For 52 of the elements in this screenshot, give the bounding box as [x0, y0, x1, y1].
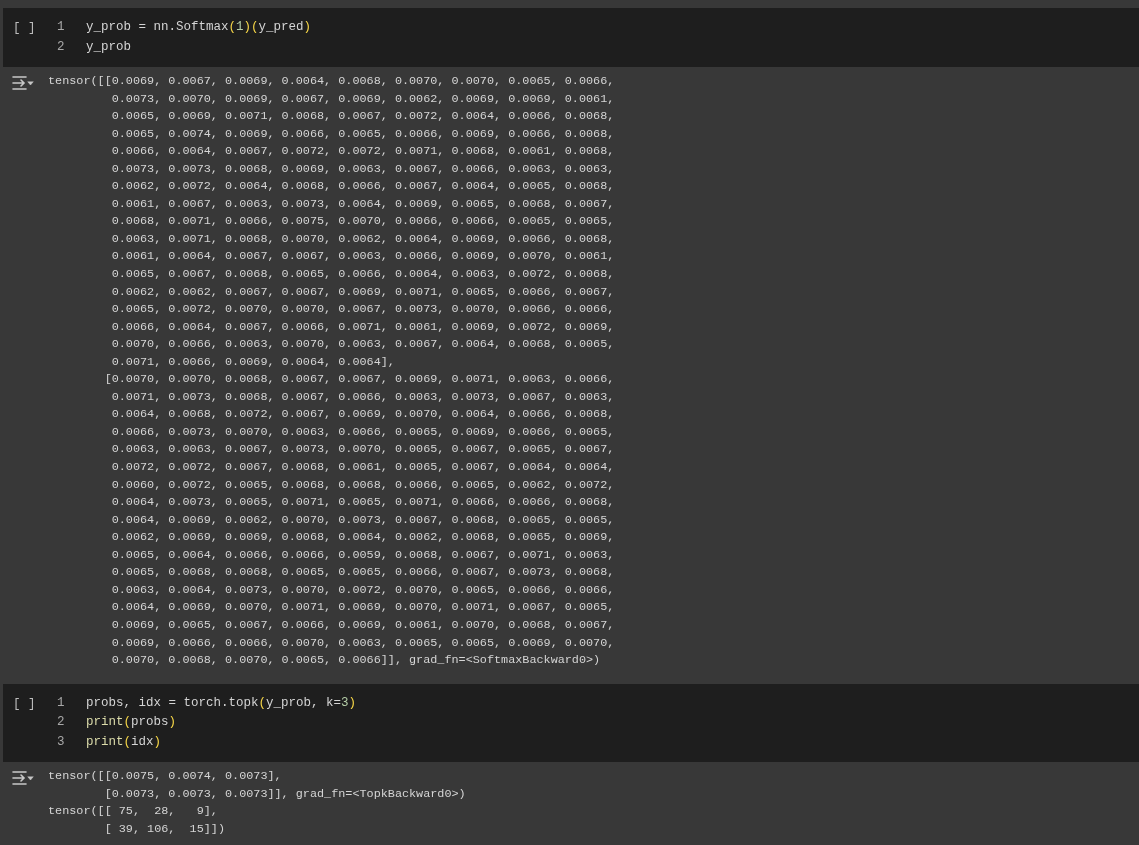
- output-line: 0.0065, 0.0069, 0.0071, 0.0068, 0.0067, 0.0072, 0.0064, 0.0066, 0.0068,: [110, 108, 615, 126]
- output-line: 0.0066, 0.0073, 0.0070, 0.0063, 0.0066, 0.0065, 0.0069, 0.0066, 0.0065,: [110, 423, 615, 441]
- output-line: tensor([[0.0069, 0.0067, 0.0069, 0.0064, 0.0068, 0.0070, 0.0070, 0.0065, 0.0066,: [48, 73, 615, 90]
- output-line: 0.0070, 0.0066, 0.0063, 0.0070, 0.0063, 0.0067, 0.0064, 0.0068, 0.0065,: [110, 336, 615, 354]
- line-number: 3: [56, 733, 66, 751]
- output-line: 0.0061, 0.0067, 0.0063, 0.0073, 0.0064, 0.0069, 0.0065, 0.0068, 0.0067,: [110, 195, 615, 213]
- output-line: 0.0069, 0.0066, 0.0066, 0.0070, 0.0063, 0.0065, 0.0065, 0.0069, 0.0070,: [110, 634, 615, 652]
- output-line: 0.0060, 0.0072, 0.0065, 0.0068, 0.0068, 0.0066, 0.0065, 0.0062, 0.0072,: [110, 476, 615, 494]
- output-line: 0.0063, 0.0064, 0.0073, 0.0070, 0.0072, 0.0070, 0.0065, 0.0066, 0.0066,: [110, 581, 615, 599]
- output-line: 0.0061, 0.0064, 0.0067, 0.0067, 0.0063, 0.0066, 0.0069, 0.0070, 0.0061,: [110, 248, 615, 266]
- output-line: 0.0071, 0.0073, 0.0068, 0.0067, 0.0066, 0.0063, 0.0073, 0.0067, 0.0063,: [110, 388, 615, 406]
- run-button[interactable]: [ ]: [13, 693, 36, 714]
- output-line: 0.0065, 0.0067, 0.0068, 0.0065, 0.0066, 0.0064, 0.0063, 0.0072, 0.0068,: [110, 266, 615, 283]
- code-line: y_prob: [86, 38, 131, 56]
- output-line: 0.0063, 0.0063, 0.0067, 0.0073, 0.0070, 0.0065, 0.0067, 0.0065, 0.0067,: [110, 441, 615, 459]
- output-line: 0.0064, 0.0068, 0.0072, 0.0067, 0.0069, 0.0070, 0.0064, 0.0066, 0.0068,: [110, 406, 615, 424]
- code-line: print(idx): [86, 733, 162, 751]
- line-number: 1: [56, 19, 66, 36]
- output-line: 0.0066, 0.0064, 0.0067, 0.0072, 0.0072, 0.0071, 0.0068, 0.0061, 0.0068,: [110, 143, 615, 161]
- output-line: [0.0073, 0.0073, 0.0073]], grad_fn=<TopkBackward0>): [103, 785, 466, 803]
- output-line: 0.0065, 0.0068, 0.0068, 0.0065, 0.0065, 0.0066, 0.0067, 0.0073, 0.0068,: [110, 564, 615, 582]
- output-line: 0.0064, 0.0069, 0.0070, 0.0071, 0.0069, 0.0070, 0.0071, 0.0067, 0.0065,: [110, 599, 615, 617]
- output-line: 0.0065, 0.0074, 0.0069, 0.0066, 0.0065, 0.0066, 0.0069, 0.0066, 0.0068,: [110, 125, 615, 143]
- output-line: 0.0066, 0.0064, 0.0067, 0.0066, 0.0071, 0.0061, 0.0069, 0.0072, 0.0069,: [110, 318, 615, 336]
- output-line: 0.0064, 0.0069, 0.0062, 0.0070, 0.0073, 0.0067, 0.0068, 0.0065, 0.0065,: [110, 511, 615, 529]
- code-line: print(probs): [86, 714, 177, 732]
- line-number: 2: [56, 38, 66, 56]
- output-line: tensor([[ 75, 28, 9],: [48, 803, 219, 821]
- output-line: 0.0073, 0.0070, 0.0069, 0.0067, 0.0069, 0.0062, 0.0069, 0.0069, 0.0061,: [110, 90, 615, 108]
- output-line: 0.0072, 0.0072, 0.0067, 0.0068, 0.0061, 0.0065, 0.0067, 0.0064, 0.0064,: [110, 459, 615, 477]
- code-line: y_prob = nn.Softmax(1)(y_pred): [86, 19, 312, 36]
- run-button[interactable]: [ ]: [13, 18, 36, 38]
- output-line: 0.0073, 0.0073, 0.0068, 0.0069, 0.0063, 0.0067, 0.0066, 0.0063, 0.0063,: [110, 160, 615, 178]
- output-line: [0.0070, 0.0070, 0.0068, 0.0067, 0.0067, 0.0069, 0.0071, 0.0063, 0.0066,: [103, 371, 615, 389]
- code-line: probs, idx = torch.topk(y_prob, k=3): [86, 694, 357, 712]
- output-line: tensor([[0.0075, 0.0074, 0.0073],: [48, 768, 283, 786]
- output-toggle-icon[interactable]: [12, 75, 34, 91]
- output-line: 0.0065, 0.0064, 0.0066, 0.0066, 0.0059, 0.0068, 0.0067, 0.0071, 0.0063,: [110, 546, 615, 564]
- output-line: 0.0062, 0.0072, 0.0064, 0.0068, 0.0066, 0.0067, 0.0064, 0.0065, 0.0068,: [110, 178, 615, 196]
- output-line: 0.0070, 0.0068, 0.0070, 0.0065, 0.0066]], grad_fn=<SoftmaxBackward0>): [110, 652, 602, 670]
- output-line: 0.0068, 0.0071, 0.0066, 0.0075, 0.0070, 0.0066, 0.0066, 0.0065, 0.0065,: [110, 213, 615, 231]
- line-number: 1: [56, 694, 66, 712]
- output-line: 0.0062, 0.0062, 0.0067, 0.0067, 0.0069, 0.0071, 0.0065, 0.0066, 0.0067,: [110, 283, 615, 301]
- output-toggle-icon[interactable]: [12, 770, 34, 787]
- output-line: [ 39, 106, 15]]): [103, 820, 226, 838]
- output-line: 0.0065, 0.0072, 0.0070, 0.0070, 0.0067, 0.0073, 0.0070, 0.0066, 0.0066,: [110, 301, 615, 319]
- output-line: 0.0071, 0.0066, 0.0069, 0.0064, 0.0064],: [110, 353, 396, 371]
- output-line: 0.0069, 0.0065, 0.0067, 0.0066, 0.0069, 0.0061, 0.0070, 0.0068, 0.0067,: [110, 616, 615, 634]
- output-line: 0.0064, 0.0073, 0.0065, 0.0071, 0.0065, 0.0071, 0.0066, 0.0066, 0.0068,: [110, 494, 615, 512]
- line-number: 2: [56, 714, 66, 732]
- output-line: 0.0063, 0.0071, 0.0068, 0.0070, 0.0062, 0.0064, 0.0069, 0.0066, 0.0068,: [110, 230, 615, 248]
- output-line: 0.0062, 0.0069, 0.0069, 0.0068, 0.0064, 0.0062, 0.0068, 0.0065, 0.0069,: [110, 529, 615, 547]
